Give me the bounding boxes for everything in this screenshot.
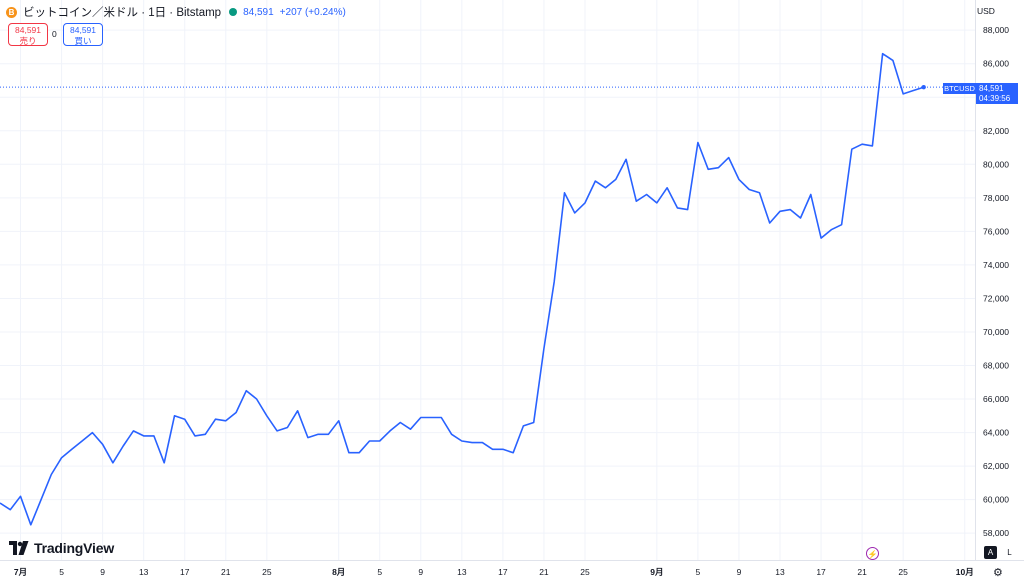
y-tick-label: 72,000: [983, 293, 1009, 303]
x-tick-label: 17: [498, 567, 508, 577]
y-tick-label: 74,000: [983, 260, 1009, 270]
x-tick-label: 25: [898, 567, 908, 577]
grid-lines: [0, 0, 975, 560]
x-tick-label: 25: [580, 567, 590, 577]
buy-button[interactable]: 84,591 買い: [63, 23, 103, 46]
y-tick-label: 70,000: [983, 327, 1009, 337]
x-tick-label: 21: [221, 567, 231, 577]
y-tick-label: 78,000: [983, 193, 1009, 203]
x-tick-label: 21: [539, 567, 549, 577]
last-price-label: 84,591 04:39:56: [976, 83, 1018, 104]
x-tick-label: 17: [816, 567, 826, 577]
tradingview-logo-icon: [9, 541, 29, 555]
sell-button[interactable]: 84,591 売り: [8, 23, 48, 46]
symbol-header[interactable]: B ビットコイン／米ドル · 1日 · Bitstamp 84,591 +207…: [6, 4, 346, 20]
x-tick-label: 21: [857, 567, 867, 577]
y-tick-label: 82,000: [983, 126, 1009, 136]
logo-text: TradingView: [34, 540, 115, 556]
market-status-icon: [229, 8, 238, 16]
settings-icon[interactable]: ⚙: [993, 568, 1004, 579]
buy-label: 買い: [74, 36, 92, 46]
x-tick-label: 13: [457, 567, 467, 577]
flash-icon[interactable]: ⚡: [866, 547, 879, 560]
sell-label: 売り: [19, 36, 37, 46]
price-chart[interactable]: 58,000 60,000 62,000 64,000 66,000 68,000 70,0…: [0, 0, 1024, 585]
y-tick-label: 60,000: [983, 495, 1009, 505]
y-tick-label: 68,000: [983, 361, 1009, 371]
x-tick-label: 5: [696, 567, 701, 577]
x-tick-label: 10月: [956, 567, 974, 577]
x-tick-label: 7月: [14, 567, 27, 577]
last-price-value: 84,591: [979, 84, 1004, 93]
x-tick-label: 5: [377, 567, 382, 577]
y-tick-label: 88,000: [983, 25, 1009, 35]
y-tick-label: 86,000: [983, 59, 1009, 69]
y-tick-label: 58,000: [983, 528, 1009, 538]
x-tick-label: 9: [737, 567, 742, 577]
x-tick-label: 9: [100, 567, 105, 577]
x-tick-label: 9月: [650, 567, 663, 577]
y-tick-label: 66,000: [983, 394, 1009, 404]
x-tick-label: 25: [262, 567, 272, 577]
x-tick-label: 8月: [332, 567, 345, 577]
spread-value: 0: [52, 29, 57, 39]
y-tick-label: 62,000: [983, 461, 1009, 471]
y-tick-label: 80,000: [983, 159, 1009, 169]
bitcoin-icon: B: [6, 6, 17, 18]
x-tick-label: 17: [180, 567, 190, 577]
x-tick-label: 13: [775, 567, 785, 577]
x-tick-label: 13: [139, 567, 149, 577]
bar-countdown: 04:39:56: [979, 94, 1011, 103]
y-tick-label: 76,000: [983, 226, 1009, 236]
x-tick-label: 9: [418, 567, 423, 577]
log-scale-button[interactable]: L: [1003, 546, 1016, 559]
last-price-point: [921, 84, 926, 90]
auto-scale-button[interactable]: A: [984, 546, 997, 559]
sell-price: 84,591: [15, 25, 41, 35]
buy-price: 84,591: [70, 25, 96, 35]
header-price: 84,591: [243, 6, 274, 18]
tradingview-logo[interactable]: TradingView: [9, 540, 114, 556]
header-change: +207 (+0.24%): [279, 6, 346, 18]
y-tick-label: 64,000: [983, 428, 1009, 438]
x-tick-label: 5: [59, 567, 64, 577]
symbol-title[interactable]: ビットコイン／米ドル · 1日 · Bitstamp: [23, 4, 221, 20]
price-series: [0, 52, 975, 526]
currency-select[interactable]: USD: [977, 3, 1007, 19]
symbol-price-label: BTCUSD: [943, 83, 976, 94]
x-axis-ticks: 7月 5 9 13 17 21 25 8月 5 9 13 17 21 25 9月 5 9 13 17 21 25 10月: [14, 567, 974, 577]
